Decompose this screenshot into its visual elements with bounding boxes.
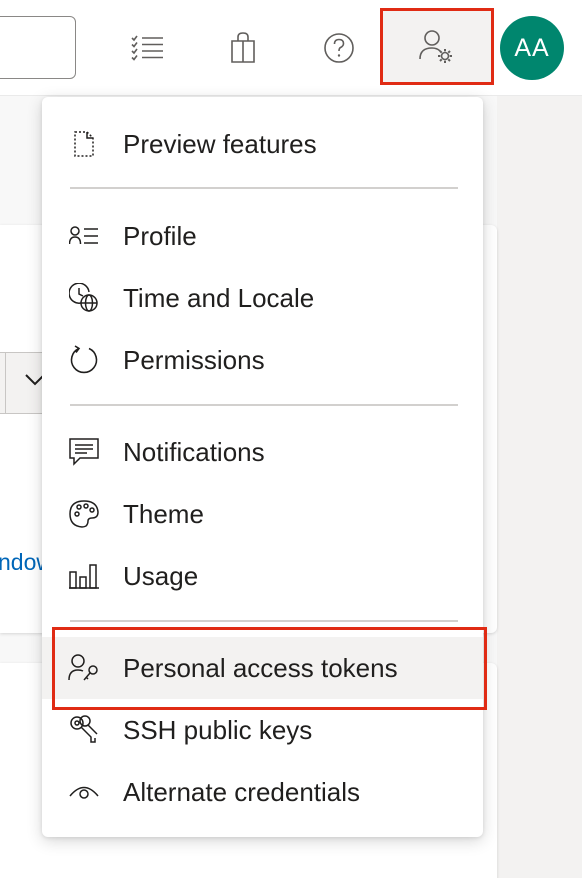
menu-item-label: Theme: [123, 498, 204, 529]
menu-divider: [70, 404, 458, 406]
page-background: [497, 96, 582, 878]
preview-features-icon: [68, 128, 100, 160]
profile-icon: [68, 220, 100, 252]
menu-item-preview-features[interactable]: Preview features: [42, 113, 483, 175]
permissions-icon: [68, 344, 100, 376]
search-input[interactable]: [0, 16, 76, 79]
menu-item-label: Permissions: [123, 344, 265, 375]
avatar[interactable]: AA: [500, 16, 564, 80]
notifications-icon: [68, 436, 100, 468]
menu-item-permissions[interactable]: Permissions: [42, 329, 483, 391]
alternate-credentials-icon: [68, 776, 100, 808]
menu-item-label: Usage: [123, 560, 199, 591]
work-items-icon[interactable]: [122, 22, 174, 74]
time-locale-icon: [68, 282, 100, 314]
menu-divider: [70, 620, 458, 622]
help-icon[interactable]: [313, 22, 365, 74]
menu-item-label: SSH public keys: [123, 714, 313, 745]
menu-item-alternate-credentials[interactable]: Alternate credentials: [42, 761, 483, 823]
highlight-personal-access-tokens: [52, 627, 487, 710]
ssh-keys-icon: [68, 714, 100, 746]
top-bar: AA: [0, 0, 582, 96]
menu-item-usage[interactable]: Usage: [42, 545, 483, 607]
dropdown-divider: [5, 352, 6, 414]
theme-icon: [68, 498, 100, 530]
menu-item-profile[interactable]: Profile: [42, 205, 483, 267]
marketplace-icon[interactable]: [217, 22, 269, 74]
user-settings-menu: Preview features Profile Time and Locale…: [42, 97, 483, 837]
menu-item-label: Notifications: [123, 436, 265, 467]
menu-item-time-locale[interactable]: Time and Locale: [42, 267, 483, 329]
menu-item-notifications[interactable]: Notifications: [42, 421, 483, 483]
usage-icon: [68, 560, 100, 592]
menu-item-label: Profile: [123, 220, 197, 251]
menu-item-label: Time and Locale: [123, 282, 315, 313]
menu-divider: [70, 187, 458, 189]
menu-item-theme[interactable]: Theme: [42, 483, 483, 545]
menu-item-label: Alternate credentials: [123, 776, 361, 807]
user-settings-icon[interactable]: [380, 8, 494, 85]
menu-item-label: Preview features: [123, 128, 317, 159]
